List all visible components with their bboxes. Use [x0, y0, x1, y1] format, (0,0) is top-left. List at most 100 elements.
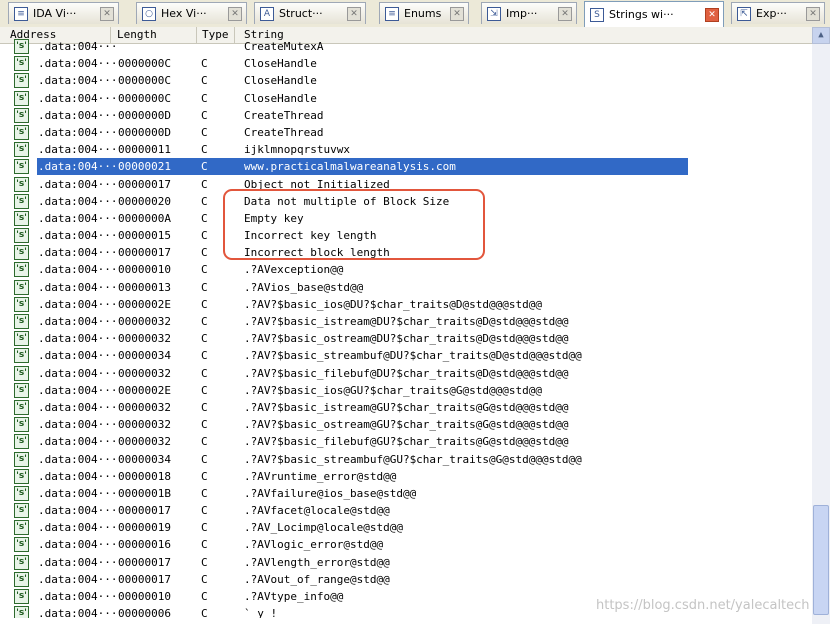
cell-address: .data:004···: [38, 160, 118, 174]
table-row[interactable]: 's' .data:004··· 00000019 C .?AV_Locimp@loca…: [0, 519, 812, 536]
table-row[interactable]: 's' .data:004··· 00000010 C .?AVexception@@: [0, 261, 812, 278]
string-icon: 's': [14, 124, 29, 140]
cell-type: C: [201, 418, 208, 432]
cell-length: 00000021: [118, 160, 171, 174]
close-icon[interactable]: ✕: [228, 6, 242, 21]
string-icon: 's': [14, 262, 29, 278]
cell-address: .data:004···: [38, 555, 118, 569]
string-icon: 's': [14, 314, 29, 329]
tab-label: Imp···: [506, 7, 538, 20]
table-row[interactable]: 's' .data:004··· 0000002E C .?AV?$basic_ios@…: [0, 296, 812, 313]
close-icon[interactable]: ✕: [705, 7, 719, 22]
table-row[interactable]: 's' .data:004··· 00000017 C .?AVlength_error…: [0, 554, 812, 571]
tab-6[interactable]: ⇱ Exp··· ✕: [731, 2, 825, 24]
string-icon: 's': [14, 520, 29, 536]
cell-length: 00000017: [118, 572, 171, 586]
tab-label: Strings wi···: [609, 8, 674, 21]
ida-view-icon: ≡: [14, 6, 28, 21]
cell-type: C: [201, 297, 208, 311]
cell-type: C: [201, 74, 208, 88]
tab-label: Enums: [404, 7, 442, 20]
close-icon[interactable]: ✕: [450, 6, 464, 21]
cell-address: .data:004···: [38, 469, 118, 483]
cell-type: C: [201, 486, 208, 500]
table-row[interactable]: 's' .data:004··· 00000017 C .?AVout_of_range…: [0, 571, 812, 588]
cell-string: .?AV?$basic_filebuf@GU?$char_traits@G@st…: [244, 435, 569, 449]
watermark: https://blog.csdn.net/yalecaltech: [596, 598, 810, 613]
table-row[interactable]: 's' .data:004··· 0000000D C CreateThread: [0, 124, 812, 141]
tab-4[interactable]: ⇲ Imp··· ✕: [481, 2, 577, 24]
table-row[interactable]: 's' .data:004··· 00000034 C .?AV?$basic_stre…: [0, 347, 812, 364]
table-row[interactable]: 's' .data:004··· 00000032 C .?AV?$basic_ostr…: [0, 330, 812, 347]
cell-address: .data:004···: [38, 40, 118, 53]
cell-length: 00000006: [118, 607, 171, 618]
cell-address: .data:004···: [38, 280, 118, 294]
tab-2[interactable]: A Struct··· ✕: [254, 2, 366, 24]
table-row[interactable]: 's' .data:004··· 00000011 Cijklmnopqrstuvwx: [0, 141, 812, 158]
cell-length: 00000018: [118, 469, 171, 483]
cell-length: 0000000C: [118, 74, 171, 88]
table-row[interactable]: 's' .data:004··· 0000001B C .?AVfailure@ios_…: [0, 485, 812, 502]
cell-length: 0000000D: [118, 108, 171, 122]
string-icon: 's': [14, 382, 29, 398]
string-icon: 's': [14, 210, 29, 226]
table-row[interactable]: 's' .data:004··· 0000000C C CloseHandle: [0, 55, 812, 72]
cell-type: C: [201, 315, 208, 328]
table-row[interactable]: 's' .data:004··· 00000013 C .?AVios_base@std…: [0, 279, 812, 296]
cell-type: C: [201, 435, 208, 449]
cell-length: 0000000A: [118, 211, 171, 225]
cell-length: 0000000C: [118, 91, 171, 105]
close-icon[interactable]: ✕: [100, 6, 114, 21]
table-row[interactable]: 's' .data:004··· 0000002E C .?AV?$basic_ios@…: [0, 382, 812, 399]
cell-address: .data:004···: [38, 435, 118, 449]
tab-bar: ≡ IDA Vi··· ✕ ○ Hex Vi··· ✕ A Struct··· ✕ ≡ Enums ✕…: [0, 0, 830, 28]
cell-address: .data:004···: [38, 383, 118, 397]
cell-string: .?AVfailure@ios_base@std@@: [244, 486, 417, 500]
cell-length: 00000032: [118, 400, 171, 414]
cell-type: C: [201, 504, 208, 518]
string-icon: 's': [14, 571, 29, 587]
tab-1[interactable]: ○ Hex Vi··· ✕: [136, 2, 247, 24]
table-row[interactable]: 's' .data:004··· CreateMutexA: [0, 38, 812, 55]
cell-string: CreateThread: [244, 125, 324, 139]
close-icon[interactable]: ✕: [806, 6, 820, 21]
cell-length: 0000001B: [118, 486, 171, 500]
cell-length: 00000032: [118, 315, 171, 328]
cell-type: C: [201, 177, 208, 191]
cell-length: 00000017: [118, 177, 171, 191]
table-row[interactable]: 's' .data:004··· 00000034 C .?AV?$basic_stre…: [0, 451, 812, 468]
string-icon: 's': [14, 159, 29, 175]
tab-5[interactable]: S Strings wi··· ✕: [584, 1, 724, 27]
tab-label: IDA Vi···: [33, 7, 77, 20]
cell-length: 0000002E: [118, 297, 171, 311]
table-row[interactable]: 's' .data:004··· 00000017 C .?AVfacet@locale…: [0, 502, 812, 519]
cell-string: .?AVtype_info@@: [244, 590, 344, 603]
table-row[interactable]: 's' .data:004··· 00000021 Cwww.practicalmal…: [0, 158, 812, 176]
table-row[interactable]: 's' .data:004··· 0000000C C CloseHandle: [0, 90, 812, 107]
scroll-thumb[interactable]: [813, 505, 829, 615]
cell-address: .data:004···: [38, 246, 118, 260]
cell-type: C: [201, 452, 208, 466]
table-row[interactable]: 's' .data:004··· 00000018 C .?AVruntime_erro…: [0, 468, 812, 485]
table-row[interactable]: 's' .data:004··· 00000016 C .?AVlogic_error@…: [0, 536, 812, 553]
table-row[interactable]: 's' .data:004··· 0000000C C CloseHandle: [0, 72, 812, 89]
cell-length: 00000015: [118, 229, 171, 243]
string-icon: 's': [14, 176, 29, 192]
cell-string: .?AVruntime_error@std@@: [244, 469, 397, 483]
table-row[interactable]: 's' .data:004··· 00000032 C .?AV?$basic_ostr…: [0, 416, 812, 433]
cell-string: CloseHandle: [244, 91, 317, 105]
table-row[interactable]: 's' .data:004··· 00000032 C .?AV?$basic_istr…: [0, 313, 812, 330]
tab-0[interactable]: ≡ IDA Vi··· ✕: [8, 2, 119, 24]
cell-type: C: [201, 125, 208, 139]
close-icon[interactable]: ✕: [558, 6, 572, 21]
table-row[interactable]: 's' .data:004··· 00000032 C .?AV?$basic_file…: [0, 433, 812, 450]
tab-3[interactable]: ≡ Enums ✕: [379, 2, 469, 24]
close-icon[interactable]: ✕: [347, 6, 361, 21]
string-icon: 's': [14, 193, 29, 209]
table-row[interactable]: 's' .data:004··· 0000000D C CreateThread: [0, 107, 812, 124]
scroll-up-icon[interactable]: ▲: [812, 27, 830, 44]
table-row[interactable]: 's' .data:004··· 00000032 C .?AV?$basic_file…: [0, 365, 812, 382]
vertical-scrollbar[interactable]: ▲: [812, 27, 830, 624]
string-icon: 's': [14, 365, 29, 381]
table-row[interactable]: 's' .data:004··· 00000032 C .?AV?$basic_istr…: [0, 399, 812, 416]
